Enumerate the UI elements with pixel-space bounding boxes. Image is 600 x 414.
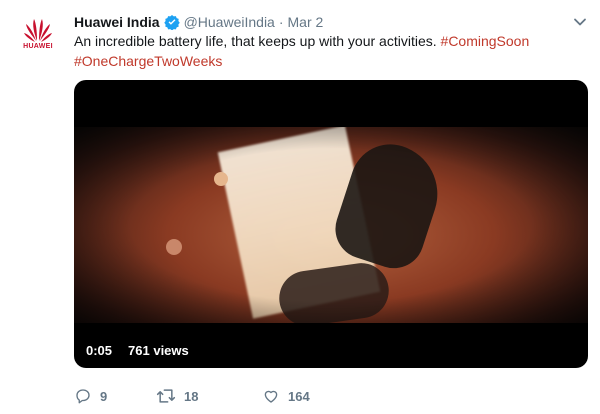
reply-icon	[76, 389, 90, 404]
hashtag-coming-soon[interactable]: #ComingSoon	[441, 33, 530, 49]
video-player[interactable]: 0:05 761 views	[74, 80, 588, 368]
reply-button[interactable]: 9	[74, 387, 156, 405]
video-duration: 0:05	[80, 340, 119, 362]
tweet-header: Huawei India @HuaweiIndia · Mar 2	[74, 12, 323, 32]
like-count: 164	[288, 388, 310, 404]
retweet-count: 18	[184, 388, 199, 404]
tweet-body: An incredible battery life, that keeps u…	[74, 33, 437, 49]
tweet[interactable]: HUAWEI Huawei India @HuaweiIndia · Mar 2…	[0, 0, 600, 414]
heart-icon	[264, 390, 278, 403]
video-stats: 0:05 761 views	[80, 340, 195, 362]
header-separator: ·	[278, 14, 284, 30]
tweet-actions: 9 18 164	[74, 384, 342, 408]
hashtag-one-charge-two-weeks[interactable]: #OneChargeTwoWeeks	[74, 53, 222, 69]
video-views: 761 views	[122, 340, 195, 362]
like-button[interactable]: 164	[262, 387, 342, 405]
verified-badge-icon	[163, 14, 180, 30]
reply-count: 9	[100, 388, 108, 404]
huawei-logo-icon	[24, 19, 52, 42]
avatar-brand-text: HUAWEI	[23, 43, 53, 50]
chevron-down-icon[interactable]	[570, 12, 590, 32]
avatar[interactable]: HUAWEI	[14, 12, 62, 60]
retweet-button[interactable]: 18	[156, 387, 262, 405]
video-frame[interactable]	[74, 127, 588, 323]
retweet-icon	[156, 389, 176, 403]
tweet-date[interactable]: Mar 2	[288, 14, 324, 30]
author-name[interactable]: Huawei India	[74, 14, 160, 30]
author-handle[interactable]: @HuaweiIndia	[184, 14, 275, 30]
tweet-text: An incredible battery life, that keeps u…	[74, 31, 584, 71]
